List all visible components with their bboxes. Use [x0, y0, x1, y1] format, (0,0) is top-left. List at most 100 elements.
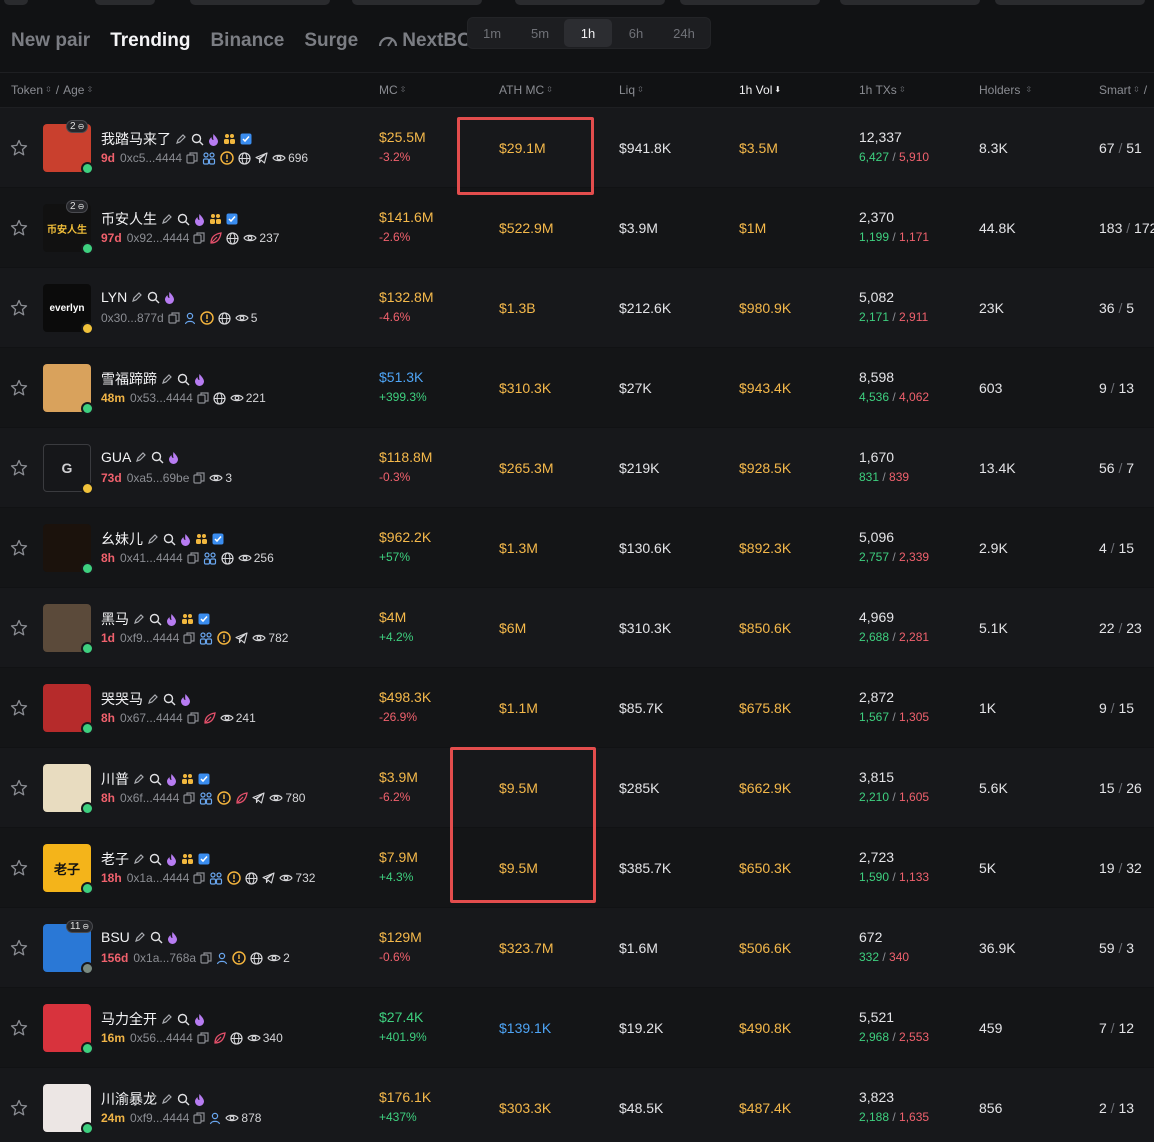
copy-icon[interactable] [187, 712, 199, 724]
copy-icon[interactable] [187, 552, 199, 564]
favorite-star-icon[interactable] [10, 939, 28, 957]
timeframe-1m[interactable]: 1m [468, 19, 516, 47]
telegram-icon[interactable] [262, 872, 275, 884]
favorite-star-icon[interactable] [10, 379, 28, 397]
table-row[interactable]: everlyn LYN 0x30...877d 5 $132.8M -4.6% $1.3B $… [0, 268, 1154, 348]
favorite-star-icon[interactable] [10, 779, 28, 797]
table-row[interactable]: G GUA 73d 0xa5...69be 3 $118.8M -0.3% $265.3M $2… [0, 428, 1154, 508]
search-icon[interactable] [163, 693, 176, 706]
globe-icon[interactable] [213, 391, 226, 405]
leaf-icon[interactable] [209, 231, 223, 245]
search-icon[interactable] [147, 291, 160, 304]
token-address[interactable]: 0x6f...4444 [120, 791, 179, 805]
search-icon[interactable] [149, 613, 162, 626]
globe-icon[interactable] [218, 311, 231, 325]
table-row[interactable]: 2 ⊖ 我踏马来了 9d 0xc5...4444 696 $25.5M -3.2% $29.1M… [0, 108, 1154, 188]
token-address[interactable]: 0xc5...4444 [120, 151, 182, 165]
favorite-star-icon[interactable] [10, 699, 28, 717]
globe-icon[interactable] [221, 551, 234, 565]
table-row[interactable]: 黑马 1d 0xf9...4444 782 $4M +4.2% $6M $310.3K $850… [0, 588, 1154, 668]
token-address[interactable]: 0x41...4444 [120, 551, 183, 565]
token-name[interactable]: 马力全开 [101, 1009, 205, 1029]
token-address[interactable]: 0xf9...4444 [120, 631, 179, 645]
copy-icon[interactable] [168, 312, 180, 324]
token-name[interactable]: BSU [101, 929, 178, 945]
token-address[interactable]: 0x1a...768a [133, 951, 196, 965]
header-mc[interactable]: MC ⇳ [379, 83, 406, 97]
favorite-star-icon[interactable] [10, 859, 28, 877]
token-address[interactable]: 0xf9...4444 [130, 1111, 189, 1125]
table-row[interactable]: 哭哭马 8h 0x67...4444 241 $498.3K -26.9% $1.1M $85… [0, 668, 1154, 748]
table-row[interactable]: 币安人生 2 ⊖ 币安人生 97d 0x92...4444 237 $141.6M -2.6% $… [0, 188, 1154, 268]
token-name[interactable]: 雪福蹄蹄 [101, 369, 205, 389]
header-vol[interactable]: 1h Vol ⬇ [739, 83, 781, 97]
copy-icon[interactable] [193, 1112, 206, 1124]
telegram-icon[interactable] [255, 152, 268, 164]
token-name[interactable]: 老子 [101, 849, 210, 869]
token-address[interactable]: 0x1a...4444 [127, 871, 190, 885]
leaf-icon[interactable] [213, 1031, 226, 1045]
telegram-icon[interactable] [252, 792, 265, 804]
favorite-star-icon[interactable] [10, 459, 28, 477]
leaf-icon[interactable] [235, 791, 249, 805]
search-icon[interactable] [150, 931, 163, 944]
header-holders[interactable]: Holders ⇳ [979, 83, 1032, 97]
favorite-star-icon[interactable] [10, 219, 28, 237]
token-name[interactable]: 幺妹儿 [101, 529, 224, 549]
copy-icon[interactable] [197, 392, 209, 404]
favorite-star-icon[interactable] [10, 139, 28, 157]
telegram-icon[interactable] [235, 632, 248, 644]
tab-surge[interactable]: Surge [304, 30, 358, 52]
copy-icon[interactable] [193, 472, 206, 484]
search-icon[interactable] [191, 133, 204, 146]
token-name[interactable]: 我踏马来了 [101, 129, 252, 149]
token-address[interactable]: 0x53...4444 [130, 391, 193, 405]
token-address[interactable]: 0x67...4444 [120, 711, 183, 725]
token-name[interactable]: 川普 [101, 769, 210, 789]
header-ath-mc[interactable]: ATH MC ⇳ [499, 83, 553, 97]
tab-nextbc[interactable]: NextBC [378, 30, 471, 52]
globe-icon[interactable] [238, 151, 251, 165]
copy-icon[interactable] [186, 152, 198, 164]
token-address[interactable]: 0x92...4444 [127, 231, 190, 245]
copy-icon[interactable] [197, 1032, 209, 1044]
table-row[interactable]: 雪福蹄蹄 48m 0x53...4444 221 $51.3K +399.3% $310.3… [0, 348, 1154, 428]
token-address[interactable]: 0xa5...69be [127, 471, 190, 485]
copy-icon[interactable] [200, 952, 212, 964]
token-name[interactable]: GUA [101, 449, 179, 465]
table-row[interactable]: 川普 8h 0x6f...4444 780 $3.9M -6.2% $9.5M $285K $6… [0, 748, 1154, 828]
search-icon[interactable] [177, 373, 190, 386]
timeframe-1h[interactable]: 1h [564, 19, 612, 47]
header-token-age[interactable]: Token ⇳ / Age ⇳ [11, 83, 93, 97]
copy-icon[interactable] [183, 632, 196, 644]
table-row[interactable]: 川渝暴龙 24m 0xf9...4444 878 $176.1K +437% $303.3K… [0, 1068, 1154, 1142]
tab-new-pair[interactable]: New pair [11, 30, 90, 52]
header-txs[interactable]: 1h TXs ⇳ [859, 83, 906, 97]
token-name[interactable]: LYN [101, 289, 175, 305]
copy-icon[interactable] [183, 792, 196, 804]
timeframe-6h[interactable]: 6h [612, 19, 660, 47]
token-name[interactable]: 川渝暴龙 [101, 1089, 205, 1109]
token-name[interactable]: 币安人生 [101, 209, 238, 229]
token-name[interactable]: 哭哭马 [101, 689, 191, 709]
token-address[interactable]: 0x30...877d [101, 311, 164, 325]
search-icon[interactable] [177, 1093, 190, 1106]
token-address[interactable]: 0x56...4444 [130, 1031, 193, 1045]
search-icon[interactable] [177, 213, 190, 226]
token-name[interactable]: 黑马 [101, 609, 210, 629]
leaf-icon[interactable] [203, 711, 216, 725]
globe-icon[interactable] [226, 231, 240, 245]
table-row[interactable]: 老子 老子 18h 0x1a...4444 732 $7.9M +4.3% $9.5M $385… [0, 828, 1154, 908]
favorite-star-icon[interactable] [10, 539, 28, 557]
search-icon[interactable] [177, 1013, 190, 1026]
header-smart[interactable]: Smart ⇳ / [1099, 83, 1147, 97]
globe-icon[interactable] [245, 871, 259, 885]
search-icon[interactable] [163, 533, 176, 546]
globe-icon[interactable] [250, 951, 263, 965]
search-icon[interactable] [151, 451, 164, 464]
header-liq[interactable]: Liq ⇳ [619, 83, 644, 97]
table-row[interactable]: 11 ⊖ BSU 156d 0x1a...768a 2 $129M -0.6% $323.7M $… [0, 908, 1154, 988]
copy-icon[interactable] [193, 232, 206, 244]
tab-binance[interactable]: Binance [210, 30, 284, 52]
table-row[interactable]: 马力全开 16m 0x56...4444 340 $27.4K +401.9% $139.1… [0, 988, 1154, 1068]
